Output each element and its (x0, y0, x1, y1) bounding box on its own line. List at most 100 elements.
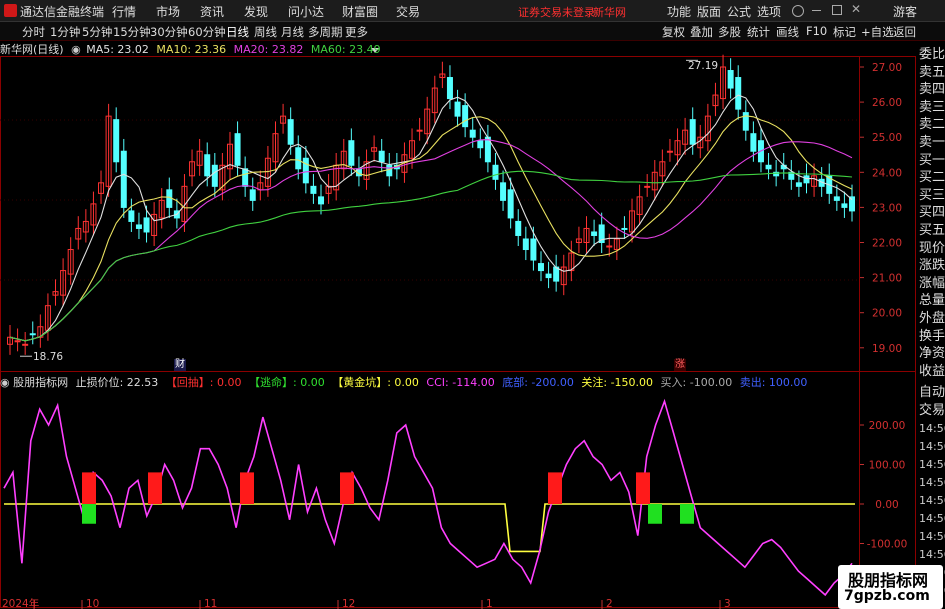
panel-item-1[interactable]: 卖五 (919, 64, 945, 82)
panel-item-13[interactable]: 涨幅 (919, 275, 945, 293)
period-multi[interactable]: 多周期 (308, 24, 343, 40)
panel-item-17[interactable]: 净资 (919, 345, 945, 363)
candle-body (310, 185, 317, 194)
indicator-legend: ◉ 股朋指标网 止损价位: 22.53 【回抽】: 0.00 【逃命】: 0.0… (0, 374, 807, 390)
period-more[interactable]: 更多 (345, 24, 368, 40)
current-stock-title: 新华网 (593, 6, 626, 19)
price-ticks: 27.00 26.00 25.00 24.00 23.00 22.00 21.00 20.00… (860, 62, 902, 355)
panel-item2-5[interactable]: 14:56 (919, 474, 945, 492)
tool-biaoji[interactable]: 标记 (833, 24, 856, 40)
period-weekly[interactable]: 周线 (254, 24, 277, 40)
panel-item-14[interactable]: 总量 (919, 292, 945, 310)
kline-chart[interactable]: 27.0026.0025.0024.0023.0022.0021.0020.00… (0, 40, 917, 609)
candle-body (500, 182, 507, 201)
panel-item-7[interactable]: 买二 (919, 169, 945, 187)
user-icon[interactable] (792, 5, 804, 17)
indicator-ticks: 200.00 100.00 0.00 -100.00 (860, 420, 907, 551)
menu-wenxiaoda[interactable]: 问小达 (288, 3, 324, 20)
watermark-url: 7gpzb.com (844, 588, 930, 604)
tool-diejia[interactable]: 叠加 (690, 24, 713, 40)
panel-item2-3[interactable]: 14:56 (919, 438, 945, 456)
menu-gongneng[interactable]: 功能 (667, 3, 691, 20)
ma60-line (9, 170, 853, 342)
candle-body (446, 77, 453, 100)
indicator-settings-icon[interactable]: ◉ (0, 376, 10, 389)
candle-body (386, 164, 393, 177)
menu-zixun[interactable]: 资讯 (200, 3, 224, 20)
guanzhu-value: 关注: -150.00 (581, 376, 654, 389)
tool-duogu[interactable]: 多股 (718, 24, 741, 40)
menu-hangqing[interactable]: 行情 (112, 3, 136, 20)
candle-body (765, 164, 772, 170)
period-monthly[interactable]: 月线 (281, 24, 304, 40)
huangjinkeng-value: 【黄金坑】: 0.00 (332, 376, 419, 389)
menu-gongshi[interactable]: 公式 (727, 3, 751, 20)
indicator-name: 股朋指标网 (13, 376, 69, 389)
period-30min[interactable]: 30分钟 (150, 24, 188, 40)
panel-item2-1[interactable]: 交易 (919, 402, 945, 420)
price-tick-label: 20.00 (872, 308, 902, 320)
period-fenshi[interactable]: 分时 (22, 24, 45, 40)
period-daily[interactable]: 日线 (226, 24, 249, 40)
panel-item-4[interactable]: 卖二 (919, 116, 945, 134)
menu-banmian[interactable]: 版面 (697, 3, 721, 20)
candle-body (803, 175, 810, 184)
candle-body (295, 147, 302, 170)
stop-loss-value: 止损价位: 22.53 (75, 376, 159, 389)
candle-body (348, 140, 355, 166)
panel-item2-7[interactable]: 14:56 (919, 510, 945, 528)
cci-line (3, 398, 853, 597)
panel-item2-0[interactable]: 自动 (919, 384, 945, 402)
candle-body (689, 119, 696, 145)
minimize-icon[interactable] (812, 10, 821, 11)
panel-item-8[interactable]: 买三 (919, 187, 945, 205)
panel-item2-2[interactable]: 14:56 (919, 420, 945, 438)
event-marker-zhang[interactable]: 涨 (674, 359, 686, 371)
candle-body (143, 217, 150, 233)
guest-label[interactable]: 游客 (893, 3, 917, 20)
candle-body (242, 168, 249, 187)
panel-item-15[interactable]: 外盘 (919, 310, 945, 328)
menu-shichang[interactable]: 市场 (156, 3, 180, 20)
period-15min[interactable]: 15分钟 (113, 24, 151, 40)
tool-fuquan[interactable]: 复权 (662, 24, 685, 40)
event-marker-cai[interactable]: 财 (174, 359, 186, 371)
panel-item-0[interactable]: 委比 (919, 46, 945, 64)
panel-item-11[interactable]: 现价 (919, 240, 945, 258)
panel-item-9[interactable]: 买四 (919, 204, 945, 222)
period-60min[interactable]: 60分钟 (188, 24, 226, 40)
sell-signal-block (636, 472, 650, 504)
panel-item2-4[interactable]: 14:56 (919, 456, 945, 474)
date-tick-label: 11 (204, 598, 217, 609)
tool-add-watchlist[interactable]: +自选 (861, 24, 894, 40)
panel-item-18[interactable]: 收益 (919, 363, 945, 381)
quote-side-panel: 委比 卖五 卖四 卖三 卖二 卖一 买一 买二 买三 买四 买五 现价 涨跌 涨幅 总量 外盘 换手 净资 收益自动… (917, 42, 945, 609)
panel-item-2[interactable]: 卖四 (919, 81, 945, 99)
tool-f10[interactable]: F10 (806, 24, 827, 38)
tool-tongji[interactable]: 统计 (747, 24, 770, 40)
maximize-icon[interactable] (832, 5, 842, 15)
login-notice[interactable]: 证券交易未登录 (518, 4, 595, 20)
panel-item2-8[interactable]: 14:56 (919, 528, 945, 546)
menu-xuanxiang[interactable]: 选项 (757, 3, 781, 20)
period-5min[interactable]: 5分钟 (82, 24, 112, 40)
panel-item-12[interactable]: 涨跌 (919, 257, 945, 275)
tool-back[interactable]: 返回 (893, 24, 916, 40)
candle-body (750, 133, 757, 152)
period-1min[interactable]: 1分钟 (50, 24, 80, 40)
close-icon[interactable]: ✕ (851, 2, 861, 16)
price-tick-label: 27.00 (872, 62, 902, 74)
panel-item2-6[interactable]: 14:56 (919, 492, 945, 510)
menu-faxian[interactable]: 发现 (244, 3, 268, 20)
panel-item-16[interactable]: 换手 (919, 328, 945, 346)
panel-item-3[interactable]: 卖三 (919, 99, 945, 117)
panel-item2-9[interactable]: 14:56 (919, 546, 945, 564)
tool-huaxian[interactable]: 画线 (776, 24, 799, 40)
panel-item-10[interactable]: 买五 (919, 222, 945, 240)
panel-item-5[interactable]: 卖一 (919, 134, 945, 152)
candle-body (522, 238, 529, 251)
panel-item-6[interactable]: 买一 (919, 152, 945, 170)
candle-body (537, 263, 544, 272)
menu-caifuquan[interactable]: 财富圈 (342, 3, 378, 20)
menu-jiaoyi[interactable]: 交易 (396, 3, 420, 20)
